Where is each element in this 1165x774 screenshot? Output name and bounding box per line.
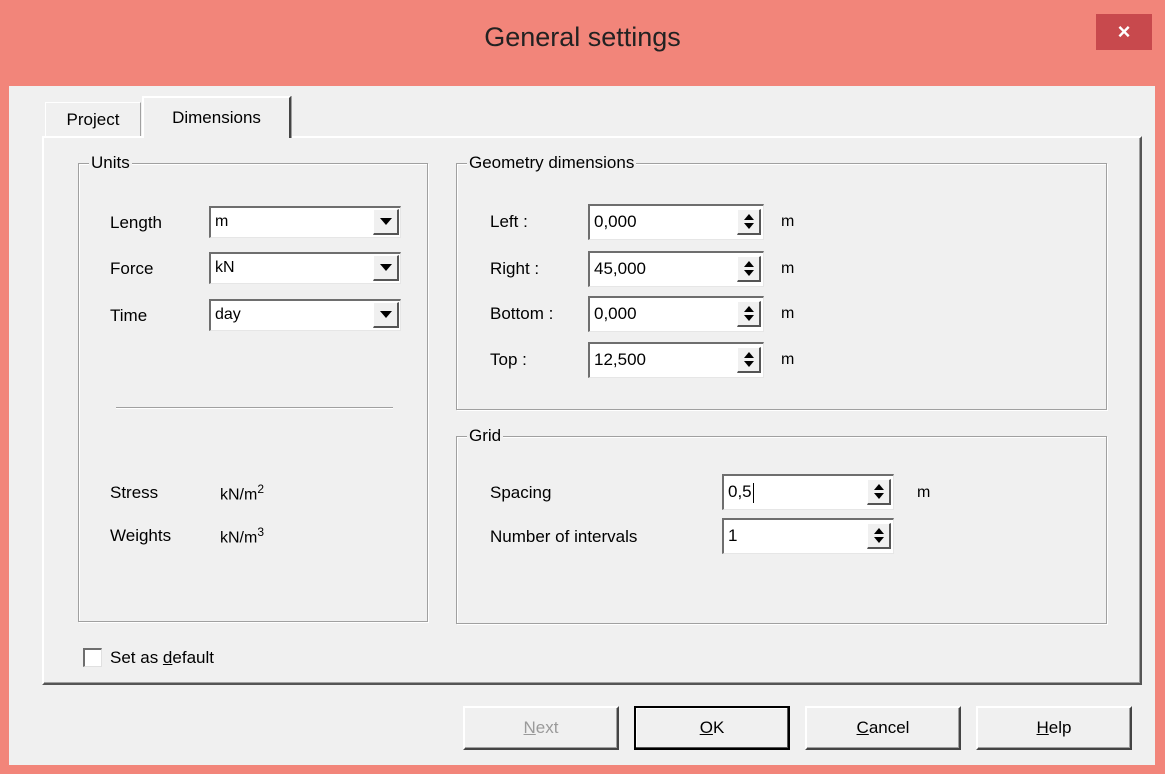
left-value: 0,000: [594, 212, 637, 231]
spacing-label: Spacing: [490, 483, 552, 502]
stress-label: Stress: [110, 483, 159, 502]
arrow-down-icon: [743, 270, 754, 276]
help-button[interactable]: Help: [976, 706, 1132, 750]
length-label: Length: [110, 213, 162, 232]
bottom-spinbox[interactable]: 0,000: [588, 296, 764, 332]
force-combo[interactable]: kN: [209, 252, 401, 284]
left-spin-buttons[interactable]: [737, 209, 761, 235]
arrow-up-icon: [743, 214, 754, 220]
left-spinbox[interactable]: 0,000: [588, 204, 764, 240]
chevron-down-icon: [379, 311, 392, 318]
left-unit: m: [781, 213, 795, 230]
arrow-up-icon: [743, 352, 754, 358]
time-value: day: [215, 306, 241, 323]
geometry-group-title: Geometry dimensions: [467, 152, 637, 174]
ok-button[interactable]: OK: [634, 706, 790, 750]
intervals-value: 1: [728, 526, 738, 545]
chevron-down-icon: [379, 218, 392, 225]
set-default-label[interactable]: Set as default: [110, 647, 214, 669]
arrow-up-icon: [873, 484, 884, 490]
arrow-down-icon: [873, 493, 884, 499]
arrow-up-icon: [873, 528, 884, 534]
length-value: m: [215, 213, 229, 230]
right-spin-buttons[interactable]: [737, 256, 761, 282]
top-label: Top :: [490, 350, 527, 369]
arrow-down-icon: [873, 537, 884, 543]
intervals-label: Number of intervals: [490, 527, 638, 546]
close-icon: ×: [1117, 19, 1131, 44]
spacing-spinbox[interactable]: 0,5: [722, 474, 894, 510]
top-unit: m: [781, 351, 795, 368]
left-label: Left :: [490, 212, 528, 231]
next-button[interactable]: Next: [463, 706, 619, 750]
cancel-button[interactable]: Cancel: [805, 706, 961, 750]
top-value: 12,500: [594, 350, 646, 369]
weights-label: Weights: [110, 526, 172, 545]
time-dropdown-button[interactable]: [373, 302, 399, 328]
set-default-checkbox[interactable]: [83, 648, 102, 667]
close-button[interactable]: ×: [1096, 14, 1152, 50]
spacing-unit: m: [917, 484, 931, 501]
arrow-down-icon: [743, 223, 754, 229]
title-bar: General settings ×: [0, 0, 1165, 86]
stress-unit: kN/m2: [220, 482, 265, 504]
right-value: 45,000: [594, 259, 646, 278]
right-spinbox[interactable]: 45,000: [588, 251, 764, 287]
bottom-label: Bottom :: [490, 304, 554, 323]
spacing-spin-buttons[interactable]: [867, 479, 891, 505]
force-label: Force: [110, 259, 154, 278]
intervals-spin-buttons[interactable]: [867, 523, 891, 549]
weights-unit: kN/m3: [220, 525, 265, 547]
geometry-group: Geometry dimensions: [456, 152, 1107, 410]
spacing-value: 0,5: [728, 482, 754, 503]
bottom-unit: m: [781, 305, 795, 322]
bottom-spin-buttons[interactable]: [737, 301, 761, 327]
units-divider: [116, 407, 393, 409]
length-combo[interactable]: m: [209, 206, 401, 238]
tab-dimensions[interactable]: Dimensions: [142, 96, 291, 138]
tab-project[interactable]: Project: [45, 102, 141, 137]
intervals-spinbox[interactable]: 1: [722, 518, 894, 554]
arrow-up-icon: [743, 261, 754, 267]
right-unit: m: [781, 260, 795, 277]
units-group-title: Units: [89, 152, 132, 174]
chevron-down-icon: [379, 264, 392, 271]
bottom-value: 0,000: [594, 304, 637, 323]
time-combo[interactable]: day: [209, 299, 401, 331]
top-spinbox[interactable]: 12,500: [588, 342, 764, 378]
arrow-down-icon: [743, 315, 754, 321]
window-title: General settings: [484, 22, 681, 52]
grid-group-title: Grid: [467, 425, 504, 447]
right-label: Right :: [490, 259, 540, 278]
force-dropdown-button[interactable]: [373, 255, 399, 281]
time-label: Time: [110, 306, 148, 325]
arrow-down-icon: [743, 361, 754, 367]
length-dropdown-button[interactable]: [373, 209, 399, 235]
arrow-up-icon: [743, 306, 754, 312]
top-spin-buttons[interactable]: [737, 347, 761, 373]
force-value: kN: [215, 259, 235, 276]
